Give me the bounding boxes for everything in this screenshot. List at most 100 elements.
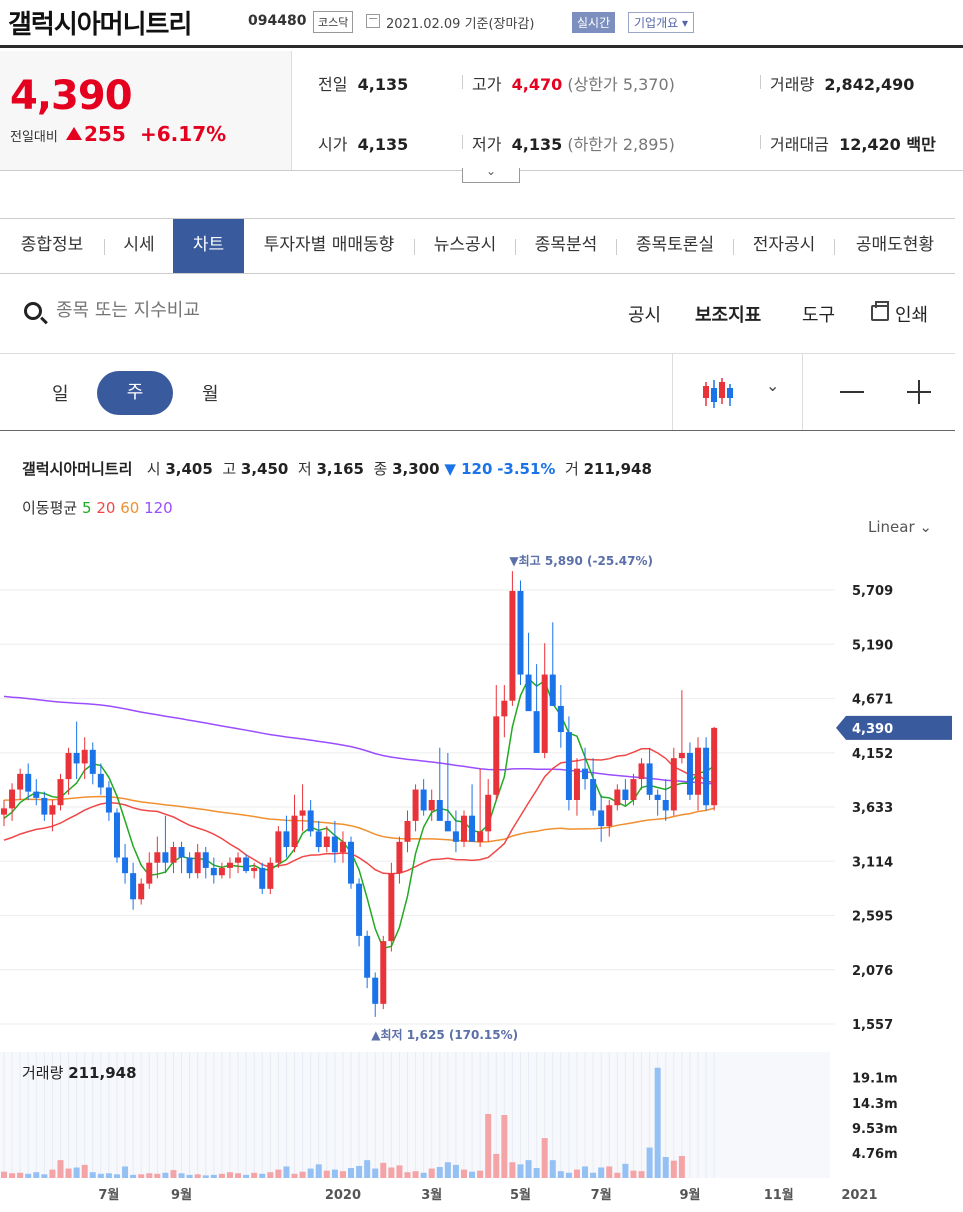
volume-bar xyxy=(485,1113,492,1178)
candle-body xyxy=(105,787,112,813)
y-tick-label: 2,076 xyxy=(852,964,893,979)
volume-bar xyxy=(396,1165,403,1178)
volume-bar xyxy=(356,1165,363,1178)
candle-body xyxy=(436,799,443,821)
volume-bar xyxy=(364,1160,371,1178)
tab-chart[interactable]: 차트 xyxy=(173,219,244,273)
change-label: 전일대비 xyxy=(10,130,58,145)
tab-e-disclosure[interactable]: 전자공시 xyxy=(734,219,834,273)
candle-body xyxy=(89,749,96,774)
volume-bar xyxy=(9,1173,16,1178)
volume-bar xyxy=(154,1173,161,1178)
volume-tick-label: 4.76m xyxy=(852,1147,898,1162)
company-info-button[interactable]: 기업개요 ▾ xyxy=(628,12,694,33)
day-high: 고가 4,470 (상한가 5,370) xyxy=(472,75,675,94)
quote-date: 2021.02.09 기준(장마감) xyxy=(386,17,535,32)
tab-analysis[interactable]: 종목분석 xyxy=(516,219,616,273)
volume-bar xyxy=(573,1169,580,1178)
scale-mode-dropdown[interactable]: Linear ⌄ xyxy=(868,518,932,536)
tools-button[interactable]: 도구 xyxy=(802,301,835,327)
tab-short-selling[interactable]: 공매도현황 xyxy=(835,219,955,273)
company-name: 갤럭시아머니트리 xyxy=(8,10,192,40)
chevron-down-icon: ⌄ xyxy=(486,164,497,178)
candle-body xyxy=(420,789,427,811)
candle-body xyxy=(17,773,24,790)
day-low: 저가 4,135 (하한가 2,895) xyxy=(472,135,675,154)
y-tick-label: 4,152 xyxy=(852,747,893,762)
change-percent: +6.17% xyxy=(140,122,227,146)
volume-bar xyxy=(299,1171,306,1178)
volume-bar xyxy=(493,1153,500,1178)
candle-body xyxy=(404,820,411,842)
volume-bar xyxy=(202,1175,209,1178)
chart-toolbar: 공시 보조지표 도구 인쇄 xyxy=(0,274,955,354)
volume-bar xyxy=(1,1171,7,1178)
printer-icon[interactable] xyxy=(871,301,889,321)
candle-body xyxy=(525,674,532,712)
y-tick-label: 3,633 xyxy=(852,801,893,816)
volume-bar xyxy=(509,1162,516,1178)
indicators-button[interactable]: 보조지표 xyxy=(695,301,761,327)
volume-bar xyxy=(412,1171,419,1178)
volume-bar xyxy=(41,1174,48,1178)
expand-quote-button[interactable]: ⌄ xyxy=(462,164,520,183)
period-month[interactable]: 월 xyxy=(202,380,219,406)
tab-investor-trading[interactable]: 투자자별 매매동향 xyxy=(244,219,414,273)
volume-bar xyxy=(388,1167,395,1178)
candle-body xyxy=(283,831,290,848)
print-button[interactable]: 인쇄 xyxy=(895,301,928,327)
candlestick-icon[interactable] xyxy=(700,376,736,410)
candle-body xyxy=(291,815,298,848)
candle-body xyxy=(275,831,282,863)
current-price-panel: 4,390 전일대비 255 +6.17% xyxy=(0,51,292,170)
disclosure-button[interactable]: 공시 xyxy=(628,301,661,327)
trade-amount: 거래대금 12,420 백만 xyxy=(770,135,936,154)
x-tick-label: 5월 xyxy=(510,1187,531,1203)
compare-search-input[interactable] xyxy=(56,300,356,321)
candle-body xyxy=(477,831,484,842)
volume-bar xyxy=(517,1164,524,1178)
market-badge: 코스닥 xyxy=(313,11,354,33)
volume-bar xyxy=(404,1172,411,1178)
candle-body xyxy=(711,727,718,806)
tab-overview[interactable]: 종합정보 xyxy=(0,219,104,273)
tab-quotes[interactable]: 시세 xyxy=(105,219,173,273)
volume-bar xyxy=(275,1169,282,1178)
candle-body xyxy=(372,977,379,1004)
volume-bar xyxy=(210,1174,217,1178)
candle-body xyxy=(541,674,548,753)
candle-body xyxy=(57,779,64,806)
candle-body xyxy=(178,847,185,858)
period-week[interactable]: 주 xyxy=(97,371,173,415)
candle-body xyxy=(614,789,621,806)
zoom-out-icon[interactable] xyxy=(840,391,864,393)
volume-bar xyxy=(598,1167,605,1178)
volume-bar xyxy=(243,1174,250,1178)
volume-bar xyxy=(622,1163,629,1178)
tab-news[interactable]: 뉴스공시 xyxy=(415,219,515,273)
candle-body xyxy=(315,831,322,848)
current-price-tag-label: 4,390 xyxy=(852,722,893,737)
moving-average-legend: 이동평균 5 20 60 120 xyxy=(22,499,173,517)
volume-bar xyxy=(541,1138,548,1178)
quote-summary: 4,390 전일대비 255 +6.17% 전일 4,135 고가 4,470 … xyxy=(0,51,963,171)
price-chart[interactable]: 5,709 5,190 4,671 4,152 3,633 3,114 2,595 2,076… xyxy=(0,545,963,1212)
candle-body xyxy=(493,716,500,795)
volume-bar xyxy=(267,1172,274,1178)
volume-bar xyxy=(259,1173,266,1178)
candle-body xyxy=(452,831,459,842)
period-day[interactable]: 일 xyxy=(52,380,69,406)
candle-body xyxy=(307,810,314,832)
candle-body xyxy=(444,820,451,832)
chart-type-chevron-icon[interactable]: ⌄ xyxy=(766,376,779,395)
candle-body xyxy=(460,815,467,842)
volume-bar xyxy=(533,1168,540,1178)
candle-body xyxy=(356,883,363,936)
realtime-badge[interactable]: 실시간 xyxy=(572,12,616,33)
candle-body xyxy=(251,867,258,872)
volume-bar xyxy=(49,1169,56,1178)
tab-discussion[interactable]: 종목토론실 xyxy=(617,219,733,273)
candle-body xyxy=(25,773,32,792)
search-icon[interactable] xyxy=(24,302,42,320)
volume-bar xyxy=(57,1160,64,1178)
